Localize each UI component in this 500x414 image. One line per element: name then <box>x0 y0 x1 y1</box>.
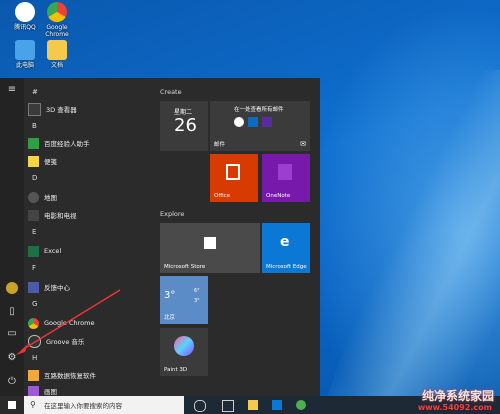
task-view-icon[interactable] <box>222 400 234 412</box>
search-placeholder: 在这里输入你要搜索的内容 <box>44 402 122 410</box>
edge-taskbar-icon[interactable] <box>272 400 282 410</box>
windows-logo-icon <box>8 401 16 409</box>
annotation-arrow <box>16 289 121 355</box>
search-box[interactable]: ⚲ 在这里输入你要搜索的内容 <box>24 396 184 414</box>
cortana-icon[interactable] <box>194 400 206 412</box>
watermark-url: www.54092.com <box>417 403 492 412</box>
explorer-icon[interactable] <box>248 400 258 410</box>
chrome-taskbar-icon[interactable] <box>296 400 306 410</box>
search-icon: ⚲ <box>30 400 36 409</box>
watermark-text: 纯净系统家园 <box>421 389 494 403</box>
start-button[interactable] <box>0 396 24 414</box>
